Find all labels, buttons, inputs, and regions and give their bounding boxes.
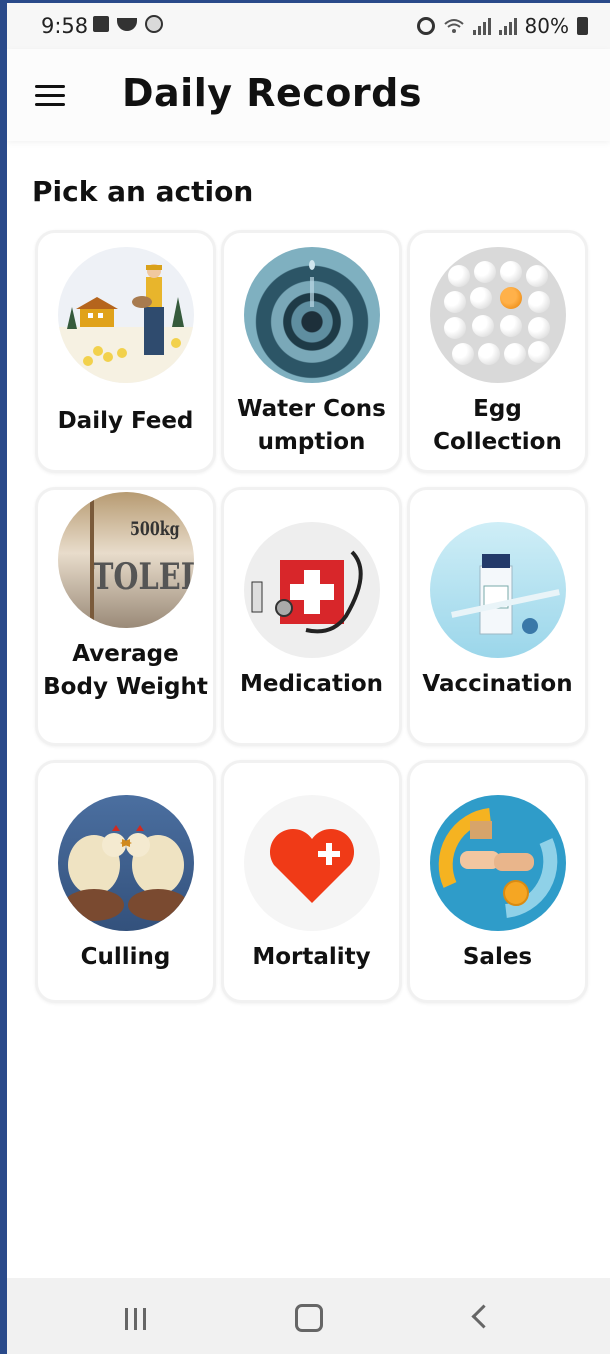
vaccine-vial-syringe-image bbox=[429, 522, 566, 658]
scale-brand-text: TOLEDO bbox=[91, 556, 194, 598]
app-bar: Daily Records bbox=[7, 49, 610, 141]
hamburger-menu-icon[interactable] bbox=[35, 85, 65, 107]
eggs-image bbox=[429, 247, 566, 383]
action-label: Vaccination bbox=[422, 671, 573, 697]
wifi-icon bbox=[443, 19, 464, 33]
signal-icon bbox=[472, 17, 491, 35]
action-grid: Daily Feed Water Cons umption Egg Collec… bbox=[35, 230, 588, 1003]
alarm-icon bbox=[416, 17, 435, 35]
battery-percent: 80% bbox=[524, 14, 569, 38]
system-nav-bar bbox=[7, 1278, 610, 1354]
status-system-icons: 80% bbox=[416, 14, 588, 38]
farmer-feeding-chicks-image bbox=[57, 247, 194, 383]
action-label: Medication bbox=[239, 671, 384, 697]
handshake-coin-image bbox=[429, 795, 566, 931]
battery-icon bbox=[577, 17, 588, 35]
action-label: Sales bbox=[462, 944, 533, 970]
action-label: Egg Collection bbox=[433, 396, 562, 455]
action-card-sales[interactable]: Sales bbox=[407, 760, 588, 1003]
action-label: Daily Feed bbox=[57, 408, 194, 434]
action-card-daily-feed[interactable]: Daily Feed bbox=[35, 230, 216, 473]
back-icon[interactable] bbox=[467, 1298, 507, 1334]
action-card-mortality[interactable]: Mortality bbox=[221, 760, 402, 1003]
screen: 9:58 80% Daily Records Pick an action Da… bbox=[7, 3, 610, 1354]
action-label: Mortality bbox=[252, 944, 371, 970]
section-title: Pick an action bbox=[32, 175, 254, 208]
recents-icon[interactable] bbox=[121, 1298, 161, 1334]
action-card-medication[interactable]: Medication bbox=[221, 487, 402, 746]
action-label: Culling bbox=[80, 944, 171, 970]
face-icon bbox=[145, 15, 163, 33]
first-aid-stethoscope-image bbox=[243, 522, 380, 658]
action-card-egg-collection[interactable]: Egg Collection bbox=[407, 230, 588, 473]
hands-holding-chickens-image bbox=[57, 795, 194, 931]
water-drop-image bbox=[243, 247, 380, 383]
action-card-culling[interactable]: Culling bbox=[35, 760, 216, 1003]
action-label: Water Cons umption bbox=[237, 396, 386, 455]
scale-capacity-text: 500kg bbox=[129, 518, 180, 540]
action-card-average-body-weight[interactable]: 500kg TOLEDO Average Body Weight bbox=[35, 487, 216, 746]
heart-plus-image bbox=[243, 795, 380, 931]
signal-icon bbox=[498, 17, 517, 35]
image-icon bbox=[93, 16, 109, 32]
action-card-vaccination[interactable]: Vaccination bbox=[407, 487, 588, 746]
status-notification-icons bbox=[93, 15, 163, 33]
bowl-icon bbox=[117, 17, 137, 31]
page-title: Daily Records bbox=[122, 71, 422, 115]
status-bar: 9:58 80% bbox=[7, 3, 610, 49]
home-icon[interactable] bbox=[293, 1298, 333, 1334]
action-card-water-consumption[interactable]: Water Cons umption bbox=[221, 230, 402, 473]
status-time: 9:58 bbox=[41, 14, 89, 38]
action-label: Average Body Weight bbox=[43, 641, 208, 700]
scale-image: 500kg TOLEDO bbox=[57, 492, 194, 628]
